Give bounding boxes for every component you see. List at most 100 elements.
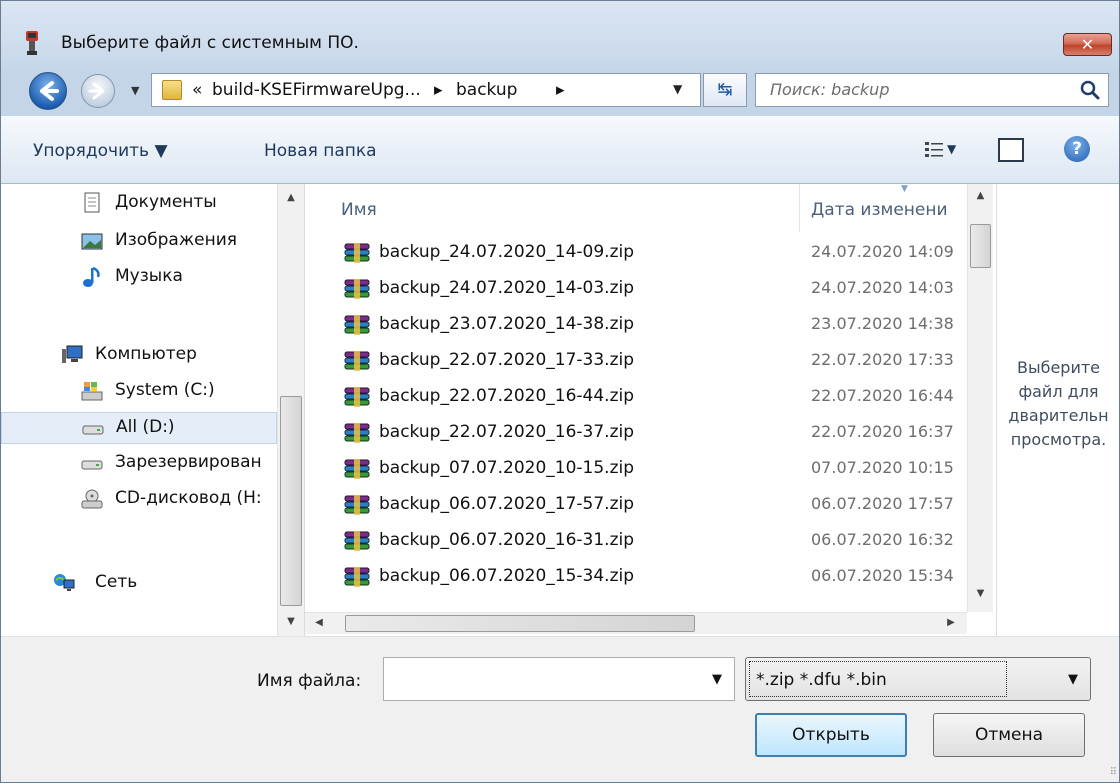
file-row[interactable]: backup_24.07.2020_14-09.zip 24.07.2020 14…	[305, 236, 967, 270]
sort-indicator-icon: ▼	[901, 184, 908, 194]
file-row[interactable]: backup_22.07.2020_17-33.zip 22.07.2020 17…	[305, 344, 967, 378]
organize-button[interactable]: Упорядочить ▼	[33, 141, 168, 161]
archive-icon	[344, 567, 370, 587]
sidebar-item-reserved[interactable]: Зарезервирован	[1, 448, 277, 480]
sidebar-item-computer[interactable]: Компьютер	[1, 340, 277, 372]
new-folder-button[interactable]: Новая папка	[264, 141, 377, 161]
archive-icon	[344, 459, 370, 479]
archive-icon	[344, 387, 370, 407]
file-name: backup_24.07.2020_14-03.zip	[379, 278, 635, 298]
scrollbar-thumb[interactable]	[345, 615, 695, 632]
file-name: backup_23.07.2020_14-38.zip	[379, 314, 635, 334]
sidebar-item-system-c[interactable]: System (C:)	[1, 376, 277, 408]
breadcrumb-backup[interactable]: backup	[456, 80, 517, 100]
open-button[interactable]: Открыть	[755, 713, 907, 757]
breadcrumb-separator-icon[interactable]: ▸	[556, 80, 565, 100]
file-type-dropdown-icon[interactable]: ▼	[1068, 672, 1078, 687]
file-date: 06.07.2020 15:34	[811, 566, 954, 585]
folder-icon	[162, 80, 182, 100]
file-row[interactable]: backup_06.07.2020_16-31.zip 06.07.2020 16…	[305, 524, 967, 558]
sidebar-item-cd-drive[interactable]: CD-дисковод (H:	[1, 484, 277, 516]
file-row[interactable]: backup_06.07.2020_17-57.zip 06.07.2020 17…	[305, 488, 967, 522]
search-input[interactable]: Поиск: backup	[755, 73, 1109, 107]
help-icon[interactable]: ?	[1064, 136, 1090, 162]
sidebar-item-network[interactable]: Сеть	[1, 568, 277, 600]
column-date-modified[interactable]: Дата изменени	[811, 200, 965, 220]
file-row[interactable]: backup_23.07.2020_14-38.zip 23.07.2020 14…	[305, 308, 967, 342]
dialog-footer: Имя файла: ▼ *.zip *.dfu *.bin ▼ Открыть…	[1, 636, 1119, 782]
search-icon[interactable]	[1080, 80, 1100, 100]
file-name: backup_24.07.2020_14-09.zip	[379, 242, 635, 262]
address-dropdown-icon[interactable]: ▼	[673, 82, 682, 96]
navigation-bar: ▼ « build-KSEFirmwareUpg... ▸ backup ▸ ▼…	[1, 69, 1119, 113]
recent-pages-dropdown-icon[interactable]: ▼	[131, 84, 139, 97]
refresh-icon: ↹	[717, 79, 733, 100]
computer-icon	[62, 345, 83, 363]
file-row[interactable]: backup_22.07.2020_16-44.zip 22.07.2020 16…	[305, 380, 967, 414]
refresh-button[interactable]: ↹	[703, 73, 747, 107]
file-row[interactable]: backup_06.07.2020_15-34.zip 06.07.2020 15…	[305, 560, 967, 594]
cancel-button[interactable]: Отмена	[933, 713, 1085, 757]
scrollbar-thumb[interactable]	[280, 396, 302, 606]
breadcrumb-build-folder[interactable]: build-KSEFirmwareUpg...	[212, 80, 421, 100]
column-separator[interactable]	[799, 184, 800, 232]
preview-line: дварительн	[1008, 406, 1109, 425]
file-row[interactable]: backup_24.07.2020_14-03.zip 24.07.2020 14…	[305, 272, 967, 306]
filename-field[interactable]: ▼	[383, 657, 735, 701]
scroll-up-icon[interactable]: ▲	[278, 192, 304, 203]
file-date: 24.07.2020 14:09	[811, 242, 954, 261]
scroll-down-icon[interactable]: ▼	[968, 588, 993, 599]
back-button[interactable]	[29, 72, 67, 110]
pictures-icon	[81, 233, 103, 250]
file-name: backup_22.07.2020_16-44.zip	[379, 386, 635, 406]
sidebar-item-label: System (C:)	[115, 380, 215, 400]
preview-pane-toggle-icon[interactable]	[998, 138, 1024, 162]
column-name[interactable]: Имя	[341, 200, 377, 220]
resize-grip-icon[interactable]: ⠿	[1110, 767, 1117, 778]
file-name: backup_06.07.2020_17-57.zip	[379, 494, 635, 514]
sidebar-item-label: All (D:)	[116, 417, 175, 437]
sidebar-item-pictures[interactable]: Изображения	[1, 226, 277, 258]
file-date: 22.07.2020 16:37	[811, 422, 954, 441]
breadcrumb-separator-icon[interactable]: ▸	[434, 80, 443, 100]
close-button[interactable]: ✕	[1063, 33, 1112, 56]
file-name: backup_06.07.2020_16-31.zip	[379, 530, 635, 550]
window-title: Выберите файл с системным ПО.	[61, 33, 359, 53]
sidebar-item-label: Зарезервирован	[115, 452, 262, 472]
file-name: backup_06.07.2020_15-34.zip	[379, 566, 635, 586]
filename-dropdown-icon[interactable]: ▼	[712, 672, 722, 687]
file-row[interactable]: backup_07.07.2020_10-15.zip 07.07.2020 10…	[305, 452, 967, 486]
content-area: Документы Изображения Музыка Компьютер S…	[1, 184, 1119, 636]
horizontal-scrollbar[interactable]: ◀ ▶	[305, 612, 967, 634]
navigation-scrollbar[interactable]: ▲ ▼	[277, 184, 304, 636]
file-row[interactable]: backup_22.07.2020_16-37.zip 22.07.2020 16…	[305, 416, 967, 450]
app-icon	[26, 31, 38, 55]
scrollbar-thumb[interactable]	[970, 224, 991, 268]
back-arrow-icon	[40, 81, 59, 101]
file-type-select[interactable]: *.zip *.dfu *.bin ▼	[745, 657, 1091, 701]
preview-line: файл для	[1018, 382, 1099, 401]
sidebar-item-all-d[interactable]: All (D:)	[1, 412, 277, 444]
sidebar-item-documents[interactable]: Документы	[1, 188, 277, 220]
sidebar-item-label: Сеть	[95, 572, 138, 592]
sidebar-item-label: CD-дисковод (H:	[115, 488, 262, 508]
scroll-left-icon[interactable]: ◀	[313, 617, 325, 628]
address-bar[interactable]: « build-KSEFirmwareUpg... ▸ backup ▸ ▼	[151, 73, 701, 107]
file-list-scrollbar[interactable]: ▲ ▼	[967, 184, 993, 612]
sidebar-item-music[interactable]: Музыка	[1, 262, 277, 294]
preview-pane: Выберите файл для дварительн просмотра.	[996, 184, 1119, 636]
scroll-up-icon[interactable]: ▲	[968, 190, 993, 201]
sidebar-item-label: Музыка	[115, 266, 183, 286]
file-date: 06.07.2020 16:32	[811, 530, 954, 549]
sidebar-item-label: Документы	[115, 192, 217, 212]
forward-button[interactable]	[81, 74, 115, 108]
title-bar: Выберите файл с системным ПО. ✕	[1, 1, 1119, 69]
breadcrumb-overflow[interactable]: «	[192, 80, 202, 100]
scroll-right-icon[interactable]: ▶	[945, 617, 957, 628]
view-dropdown-icon[interactable]: ▼	[947, 142, 956, 156]
scroll-down-icon[interactable]: ▼	[278, 616, 304, 627]
network-icon	[54, 574, 75, 591]
file-date: 23.07.2020 14:38	[811, 314, 954, 333]
view-options-icon[interactable]	[923, 140, 947, 160]
filename-label: Имя файла:	[257, 671, 362, 691]
